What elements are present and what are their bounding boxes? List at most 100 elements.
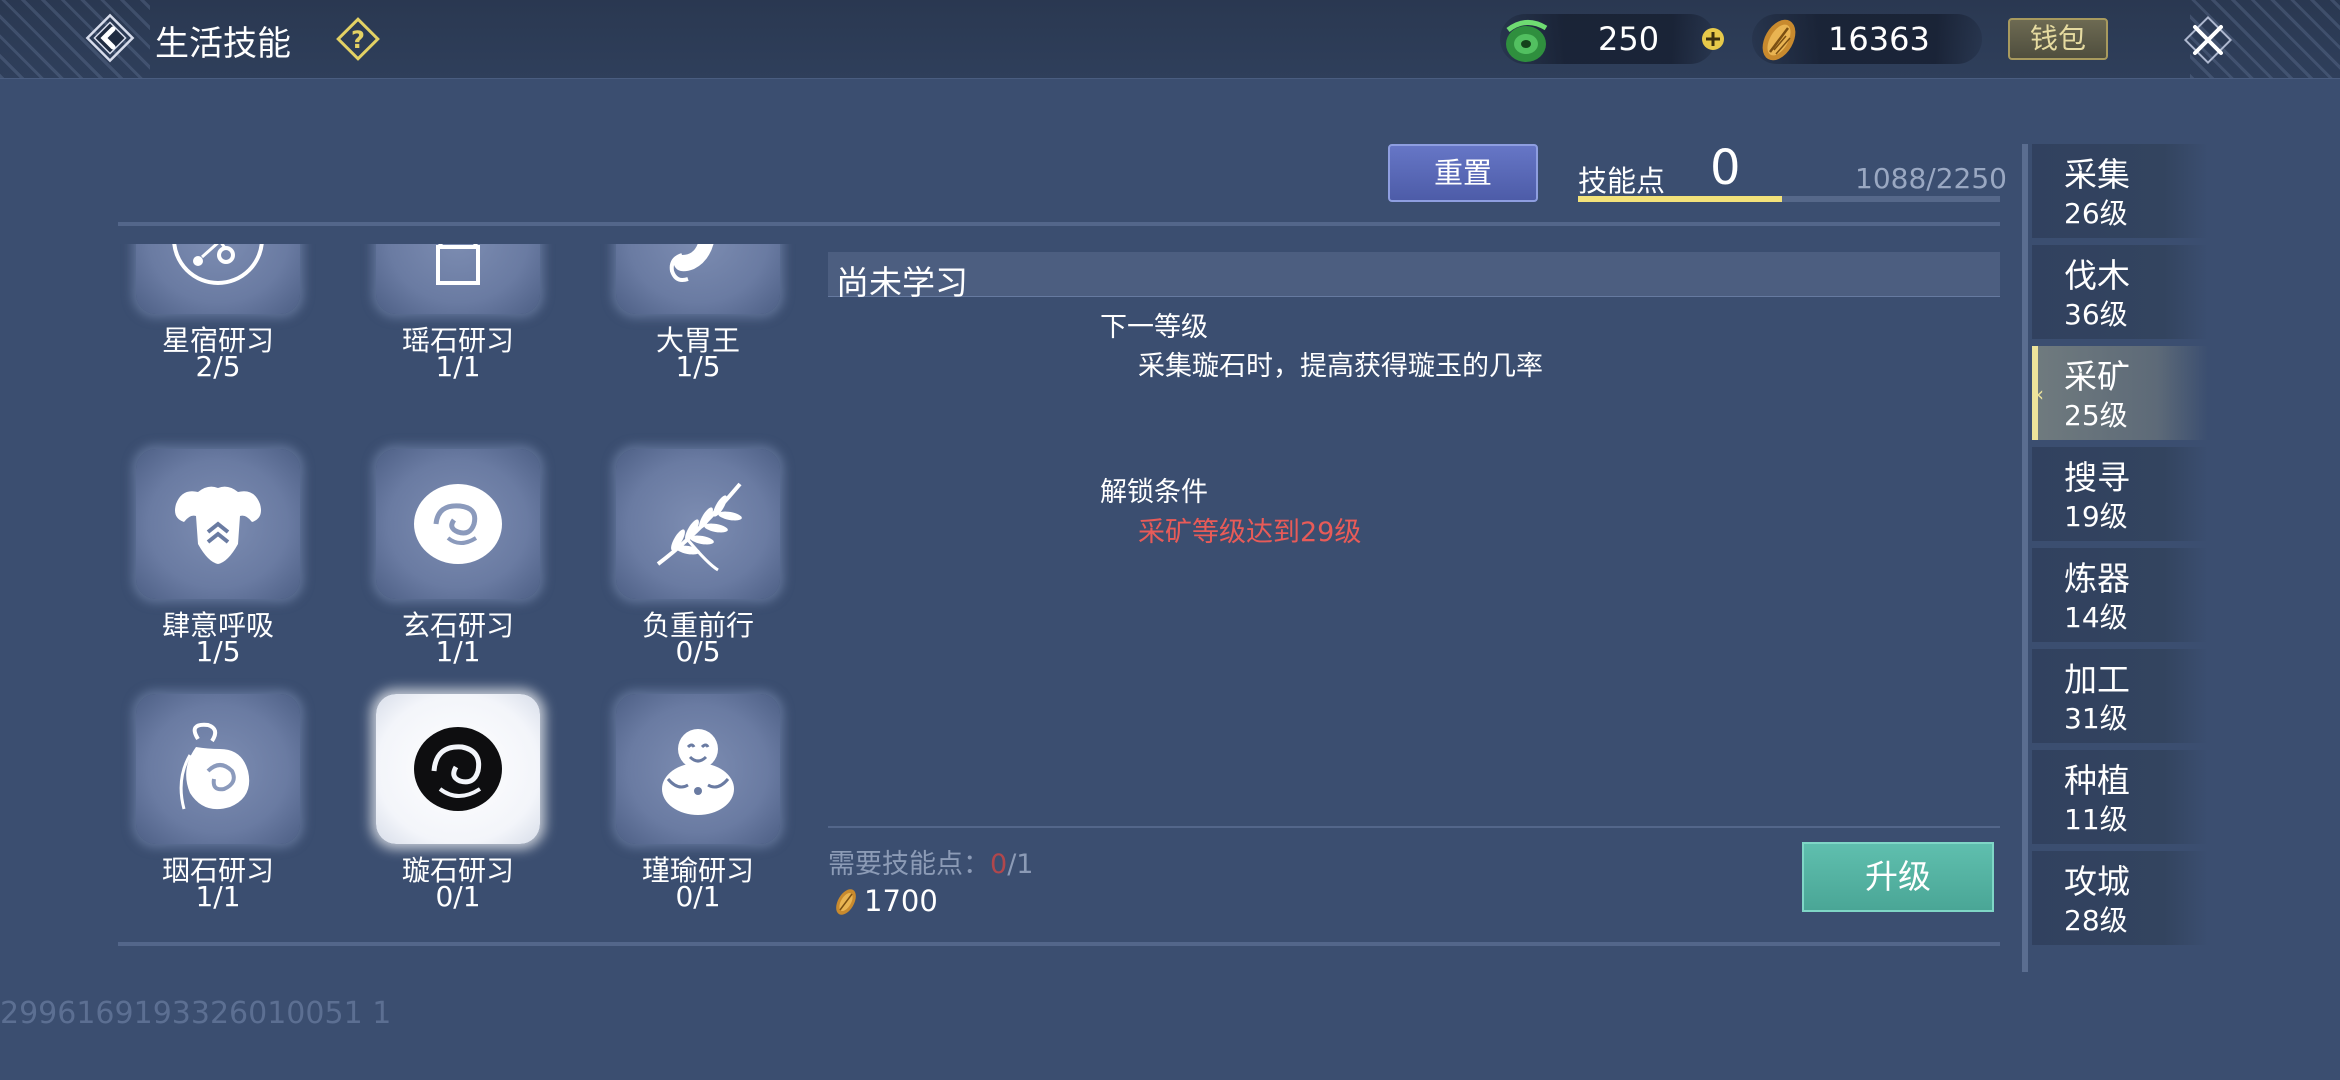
add-currency-button[interactable] bbox=[1700, 26, 1726, 52]
top-divider bbox=[118, 222, 2000, 226]
skill-icon-frame bbox=[376, 449, 540, 599]
skill-item-selected[interactable]: 璇石研习 0/1 bbox=[358, 694, 558, 934]
skill-level: 1/1 bbox=[435, 635, 481, 668]
skill-item[interactable]: 肆意呼吸 1/5 bbox=[118, 449, 318, 689]
laughing-buddha-icon bbox=[662, 729, 734, 815]
back-arrow-icon bbox=[85, 13, 135, 63]
gold-amount: 16363 bbox=[1828, 20, 1930, 58]
tab-gathering[interactable]: 采集 26级 bbox=[2032, 144, 2208, 238]
skill-icon-frame bbox=[376, 244, 540, 314]
skill-points-progress-bar bbox=[1578, 196, 2000, 202]
required-have: 0 bbox=[990, 849, 1008, 880]
tab-processing[interactable]: 加工 31级 bbox=[2032, 649, 2208, 743]
jade-pendant-icon bbox=[179, 722, 250, 810]
tab-mining[interactable]: ‹ 采矿 25级 bbox=[2032, 346, 2208, 440]
constellation-icon bbox=[172, 244, 264, 285]
gold-seed-icon bbox=[1762, 19, 1796, 61]
tab-forging[interactable]: 炼器 14级 bbox=[2032, 548, 2208, 642]
skill-item[interactable]: 星宿研习 2/5 bbox=[118, 244, 318, 404]
jade-coin-icon bbox=[1506, 20, 1548, 62]
tab-logging[interactable]: 伐木 36级 bbox=[2032, 245, 2208, 339]
skill-status: 尚未学习 bbox=[836, 263, 968, 302]
muscle-torso-icon bbox=[175, 486, 261, 564]
skill-item[interactable]: 瑶石研习 1/1 bbox=[358, 244, 558, 404]
unlock-condition: 采矿等级达到29级 bbox=[1138, 517, 1362, 548]
close-icon bbox=[2183, 15, 2233, 65]
tab-level: 26级 bbox=[2064, 197, 2128, 230]
tab-name: 加工 bbox=[2064, 660, 2130, 699]
leaf-branch-icon bbox=[656, 482, 742, 572]
skill-item[interactable]: 珚石研习 1/1 bbox=[118, 694, 318, 934]
upgrade-cost: 1700 bbox=[864, 884, 938, 918]
jade-amount: 250 bbox=[1598, 20, 1660, 58]
skill-points-label: 技能点 bbox=[1578, 164, 1666, 198]
tab-siege[interactable]: 攻城 28级 bbox=[2032, 851, 2208, 945]
top-bar: 生活技能 ? 250 16363 钱包 bbox=[0, 0, 2340, 79]
tabs-divider bbox=[2022, 144, 2028, 972]
skill-icon-frame bbox=[136, 244, 300, 314]
unlock-heading: 解锁条件 bbox=[1100, 477, 1208, 508]
skill-icon-frame bbox=[616, 694, 780, 844]
upgrade-button[interactable]: 升级 bbox=[1802, 842, 1994, 912]
skill-level: 0/5 bbox=[675, 635, 721, 668]
skill-status-bar: 尚未学习 bbox=[828, 252, 2000, 302]
tab-level: 11级 bbox=[2064, 803, 2128, 836]
reset-button[interactable]: 重置 bbox=[1388, 144, 1538, 202]
player-uid: 2996169193326010051 1 bbox=[0, 996, 392, 1031]
skill-level: 0/1 bbox=[435, 880, 481, 913]
tab-searching[interactable]: 搜寻 19级 bbox=[2032, 447, 2208, 541]
skill-points-progress-text: 1088/2250 bbox=[1855, 162, 2007, 195]
tab-name: 采集 bbox=[2064, 155, 2130, 194]
tab-planting[interactable]: 种植 11级 bbox=[2032, 750, 2208, 844]
next-level-heading: 下一等级 bbox=[1100, 312, 1208, 343]
tab-name: 伐木 bbox=[2064, 256, 2130, 295]
next-level-description: 采集璇石时，提高获得璇玉的几率 bbox=[1138, 351, 1543, 382]
page-title: 生活技能 bbox=[155, 24, 291, 64]
active-marker-icon: ‹ bbox=[2036, 382, 2044, 406]
help-button[interactable]: ? bbox=[335, 16, 381, 62]
required-separator: / bbox=[1007, 849, 1017, 880]
stone-lion-seal-icon bbox=[436, 244, 480, 285]
skill-grid[interactable]: 星宿研习 2/5 瑶石研习 1/1 大胃王 1/5 肆意呼吸 1/5 玄石研习 … bbox=[118, 244, 798, 944]
skill-points-value: 0 bbox=[1710, 140, 1741, 196]
close-button[interactable] bbox=[2178, 10, 2238, 70]
tab-level: 36级 bbox=[2064, 298, 2128, 331]
skill-level: 2/5 bbox=[195, 350, 241, 383]
svg-text:?: ? bbox=[351, 26, 365, 54]
tab-level: 14级 bbox=[2064, 601, 2128, 634]
tab-name: 采矿 bbox=[2064, 357, 2130, 396]
tab-name: 攻城 bbox=[2064, 862, 2130, 901]
tab-name: 搜寻 bbox=[2064, 458, 2130, 497]
question-icon: ? bbox=[336, 17, 380, 61]
skill-item[interactable]: 玄石研习 1/1 bbox=[358, 449, 558, 689]
tab-name: 种植 bbox=[2064, 761, 2130, 800]
skill-level: 1/1 bbox=[435, 350, 481, 383]
jade-disc-icon bbox=[414, 484, 502, 564]
back-button[interactable] bbox=[82, 10, 138, 66]
tab-level: 19级 bbox=[2064, 500, 2128, 533]
tab-level: 28级 bbox=[2064, 904, 2128, 937]
wallet-button[interactable]: 钱包 bbox=[2008, 18, 2108, 60]
skill-level: 1/5 bbox=[675, 350, 721, 383]
skill-item[interactable]: 负重前行 0/5 bbox=[598, 449, 798, 689]
skill-icon-frame bbox=[616, 449, 780, 599]
required-label: 需要技能点： bbox=[828, 849, 990, 880]
requirement-divider bbox=[828, 826, 2000, 828]
skill-icon-frame bbox=[376, 694, 540, 844]
skill-points-progress-fill bbox=[1578, 196, 1783, 202]
gold-seed-icon bbox=[836, 889, 856, 915]
skill-icon-frame bbox=[136, 694, 300, 844]
tab-level: 25级 bbox=[2064, 399, 2128, 432]
skill-icon-frame bbox=[616, 244, 780, 314]
skill-item[interactable]: 瑾瑜研习 0/1 bbox=[598, 694, 798, 934]
required-need: 1 bbox=[1016, 849, 1034, 880]
black-jade-icon bbox=[414, 727, 502, 811]
plus-icon bbox=[1702, 28, 1724, 50]
skill-level: 1/5 bbox=[195, 635, 241, 668]
required-skill-points: 需要技能点：0/1 bbox=[828, 842, 1033, 881]
tab-level: 31级 bbox=[2064, 702, 2128, 735]
skill-item[interactable]: 大胃王 1/5 bbox=[598, 244, 798, 404]
tab-name: 炼器 bbox=[2064, 559, 2130, 598]
skill-level: 0/1 bbox=[675, 880, 721, 913]
skill-icon-frame bbox=[136, 449, 300, 599]
